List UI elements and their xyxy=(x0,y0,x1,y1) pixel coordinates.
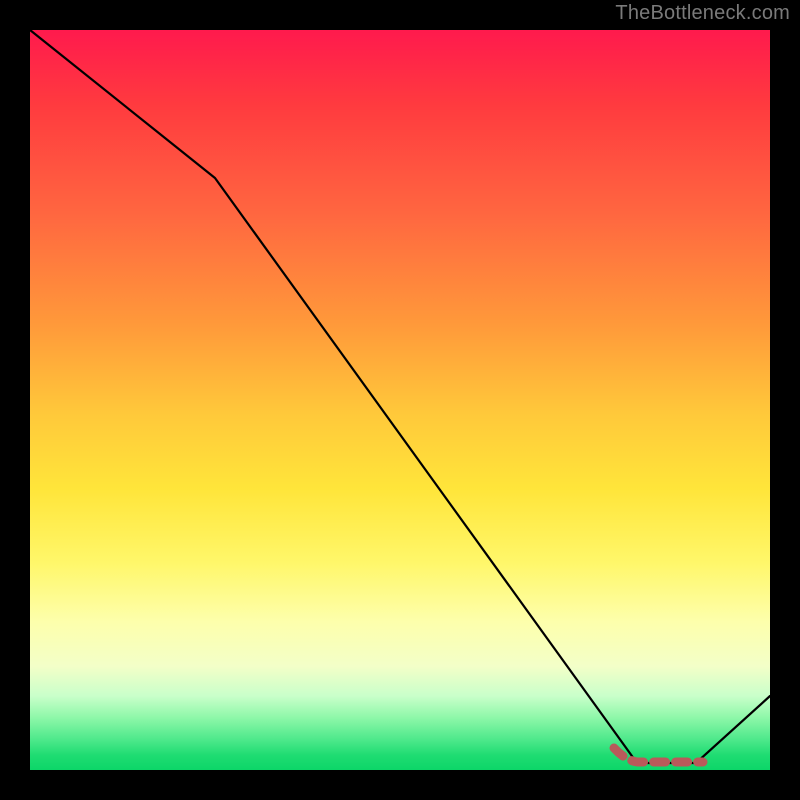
bottleneck-curve xyxy=(30,30,770,763)
attribution-text: TheBottleneck.com xyxy=(615,2,790,25)
chart-overlay xyxy=(30,30,770,770)
chart-frame: TheBottleneck.com xyxy=(0,0,800,800)
